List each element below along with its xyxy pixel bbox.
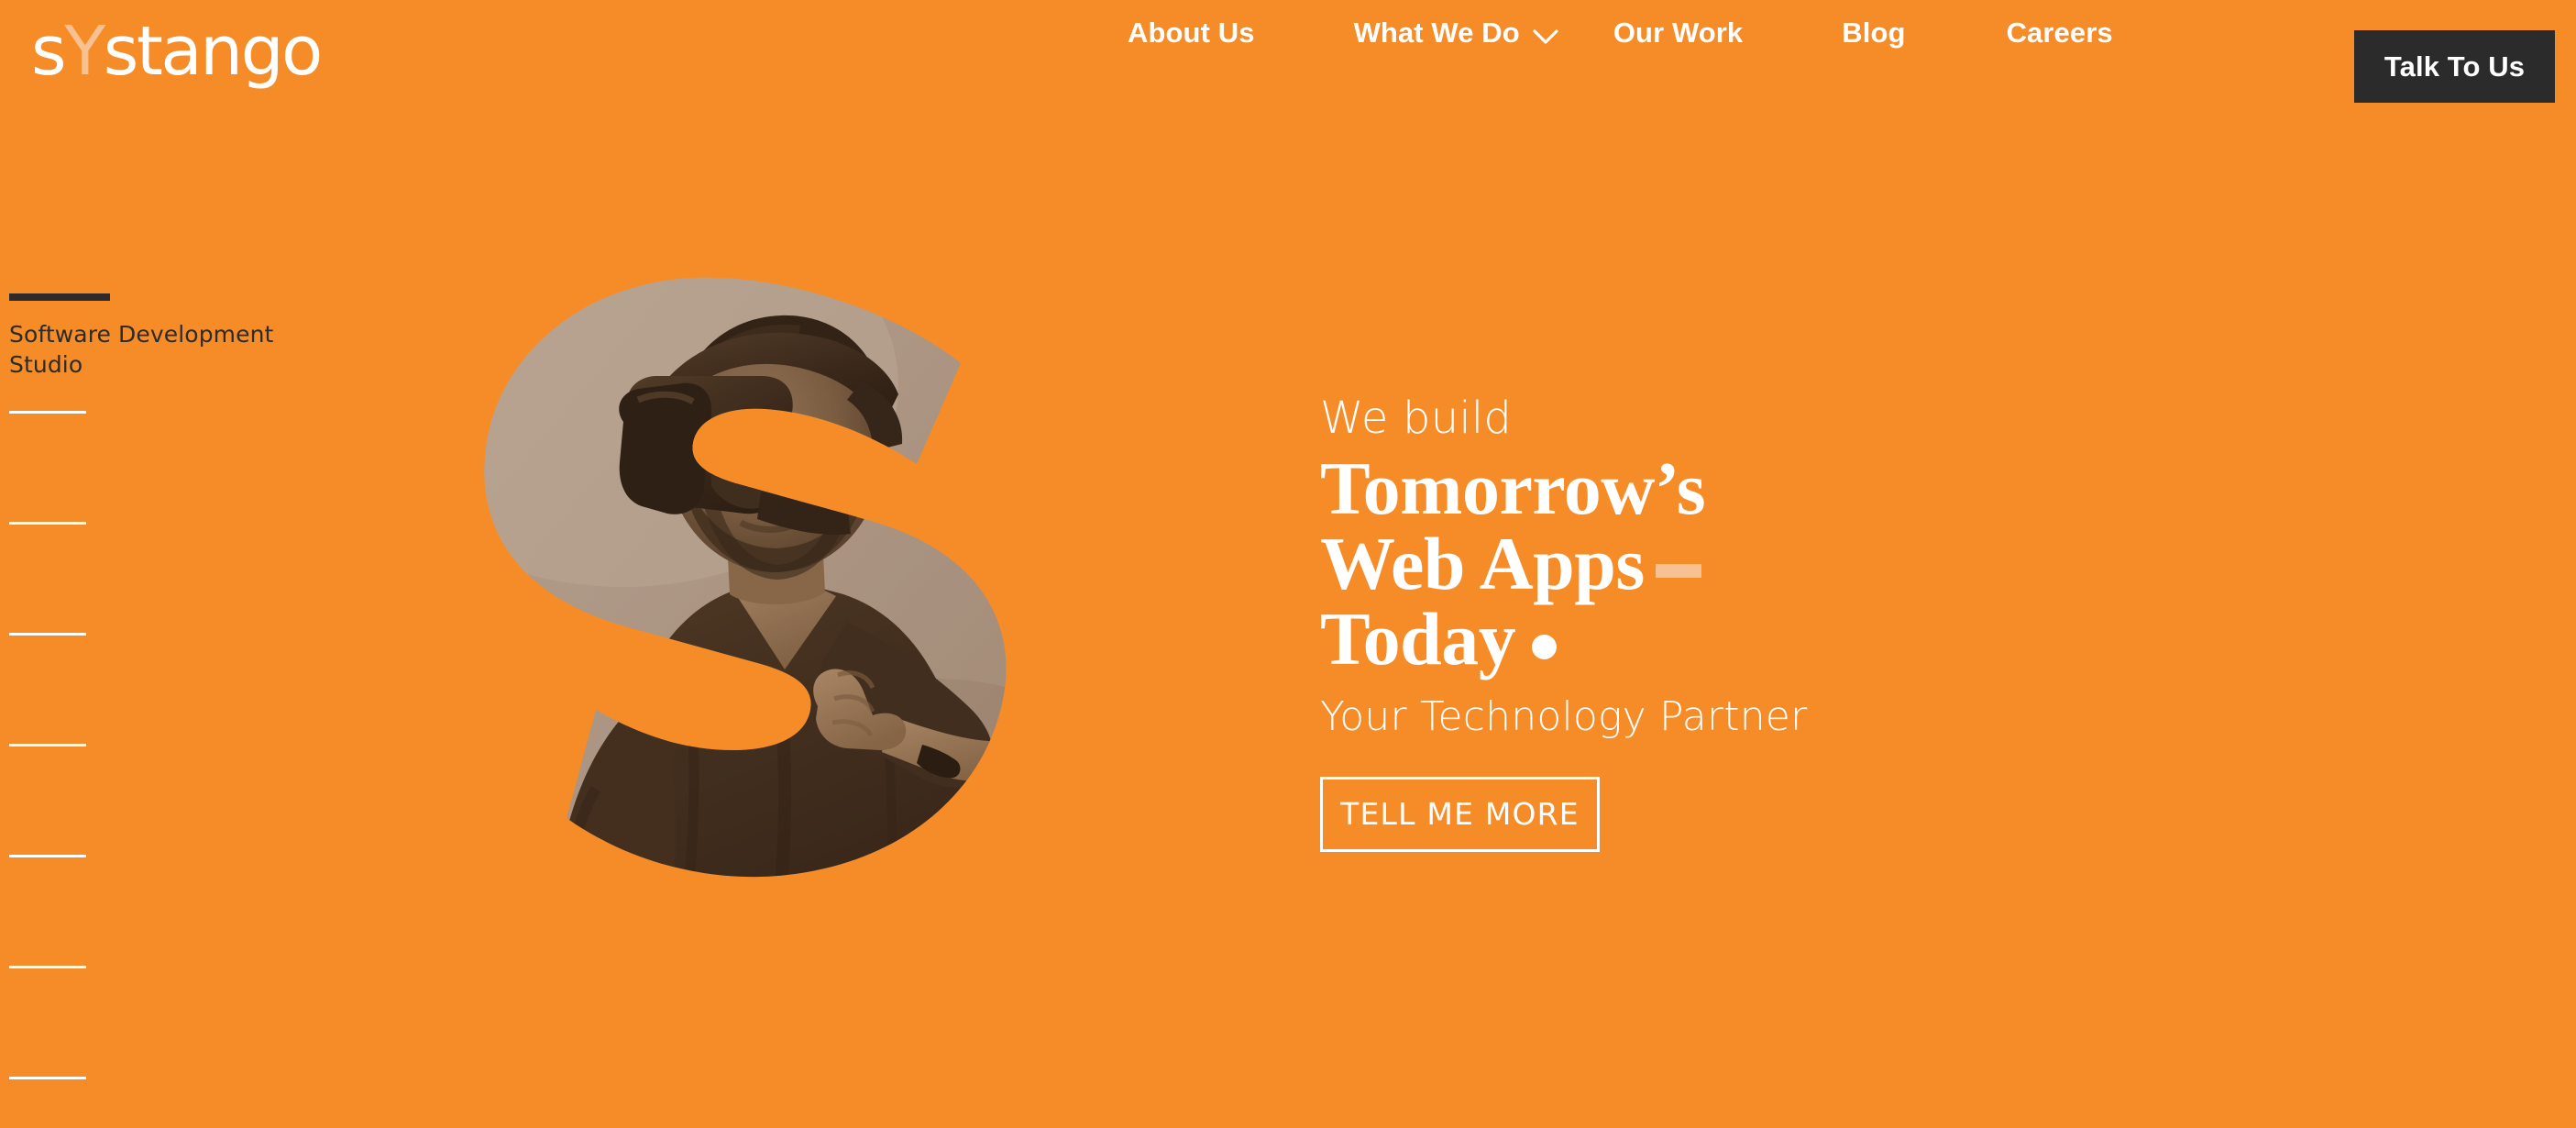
brand-logo[interactable]: sYstango bbox=[31, 6, 323, 97]
hero-subheadline: Your Technology Partner bbox=[1320, 692, 1808, 740]
nav-item-label: Careers bbox=[2006, 17, 2113, 49]
rail-tick bbox=[9, 966, 86, 968]
headline-dash-marker bbox=[1655, 563, 1701, 578]
hero-headline-text: Tomorrow’s bbox=[1320, 446, 1706, 530]
left-rail: Software Development Studio bbox=[0, 0, 293, 1128]
studio-tagline: Software Development Studio bbox=[9, 321, 274, 378]
hero-headline-text: Today bbox=[1320, 596, 1516, 680]
rail-tick bbox=[9, 522, 86, 525]
nav-item-about-us[interactable]: About Us bbox=[1128, 0, 1255, 100]
brand-logo-accent-letter: Y bbox=[64, 12, 105, 91]
nav-item-label: What We Do bbox=[1353, 17, 1520, 49]
nav-item-blog[interactable]: Blog bbox=[1842, 0, 1905, 100]
rail-tick bbox=[9, 744, 86, 746]
rail-accent-bar bbox=[9, 293, 110, 301]
nav-item-careers[interactable]: Careers bbox=[2007, 0, 2113, 100]
talk-to-us-button[interactable]: Talk To Us bbox=[2354, 30, 2555, 103]
brand-logo-part-1: s bbox=[31, 12, 67, 91]
hero-vr-s-image bbox=[458, 275, 1054, 981]
hero-headline-line-3: Today bbox=[1320, 596, 2402, 680]
rail-tick bbox=[9, 1077, 86, 1079]
site-header: sYstango About Us What We Do Our Work Bl… bbox=[0, 0, 2576, 133]
hero-headline-line-1: Tomorrow’s bbox=[1320, 446, 2402, 530]
rail-tick bbox=[9, 855, 86, 857]
nav-item-our-work[interactable]: Our Work bbox=[1613, 0, 1743, 100]
rail-tick-list bbox=[9, 411, 96, 1128]
brand-logo-part-2: stango bbox=[103, 12, 324, 91]
nav-item-what-we-do[interactable]: What We Do bbox=[1354, 0, 1558, 100]
nav-list: About Us What We Do Our Work Blog Career… bbox=[1128, 0, 2113, 133]
nav-item-label: Our Work bbox=[1613, 17, 1744, 49]
hero-copy: We build Tomorrow’s Web Apps Today Your … bbox=[1320, 393, 2402, 852]
hero-headline-text: Web Apps bbox=[1320, 521, 1645, 605]
brand-logo-text: sYstango bbox=[31, 17, 323, 85]
hero-headline-line-2: Web Apps bbox=[1320, 521, 2402, 605]
chevron-down-icon[interactable] bbox=[1533, 28, 1558, 45]
hero-headline: Tomorrow’s Web Apps Today bbox=[1320, 446, 2402, 680]
nav-item-label: About Us bbox=[1128, 17, 1255, 49]
nav-item-label: Blog bbox=[1842, 17, 1906, 49]
main-navigation: About Us What We Do Our Work Blog Career… bbox=[1128, 0, 2113, 133]
rail-tick bbox=[9, 411, 86, 414]
headline-dot-marker bbox=[1532, 634, 1558, 659]
tell-me-more-button[interactable]: TELL ME MORE bbox=[1320, 776, 1600, 852]
rail-tick bbox=[9, 633, 86, 636]
hero-eyebrow: We build bbox=[1320, 393, 1513, 444]
